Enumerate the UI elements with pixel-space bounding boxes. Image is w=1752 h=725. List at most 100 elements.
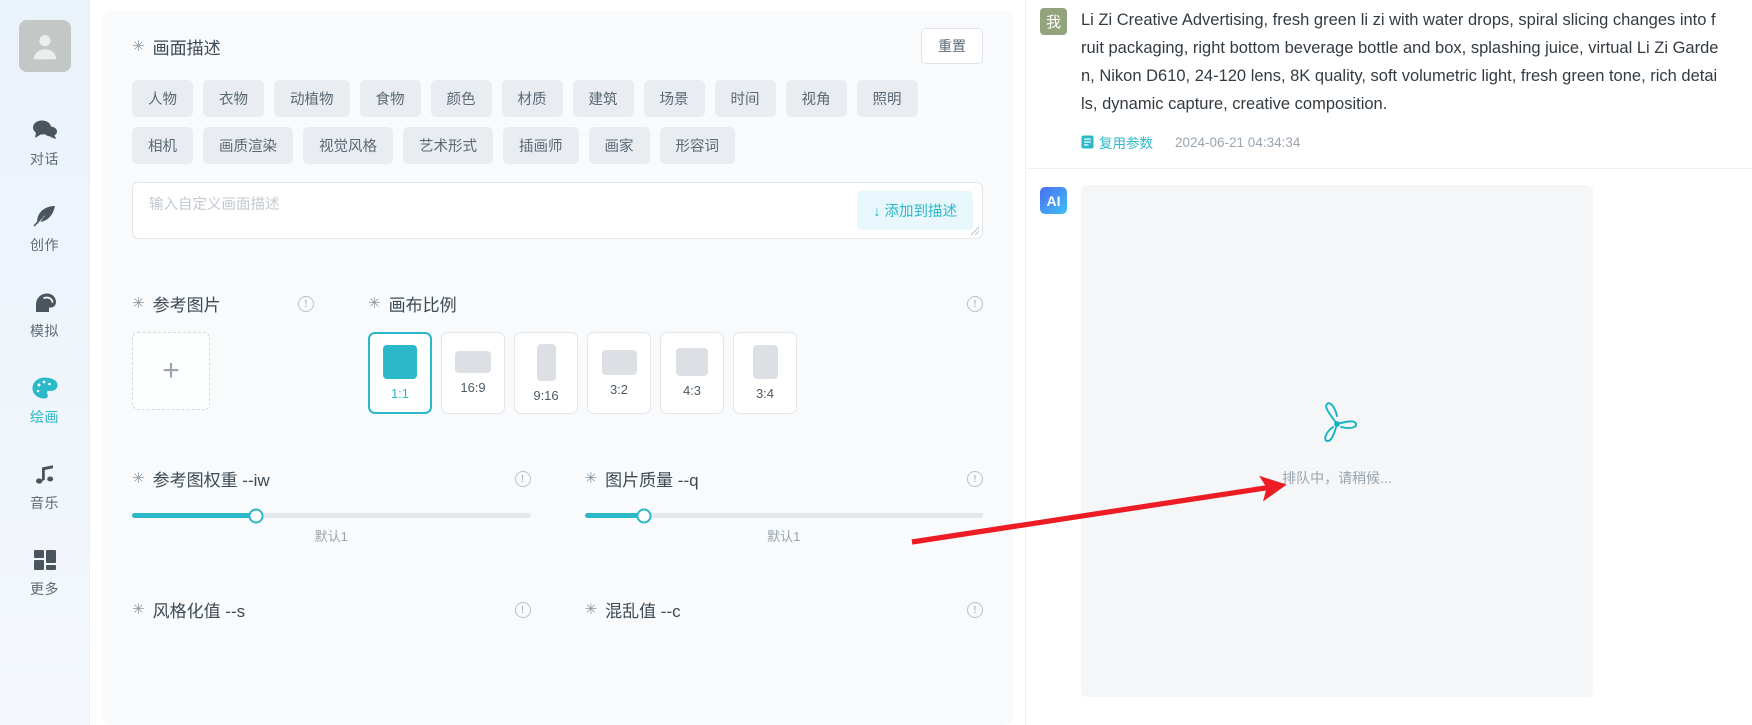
- slider-knob[interactable]: [636, 508, 652, 523]
- reference-card-header: ✳ 参考图片 !: [132, 291, 314, 316]
- user-message: 我 Li Zi Creative Advertising, fresh gree…: [1026, 0, 1752, 169]
- image-quality-title-group: ✳ 图片质量 --q: [585, 466, 699, 491]
- sidebar-item-painting[interactable]: 绘画: [0, 364, 90, 438]
- generated-image-placeholder: 排队中，请稍候...: [1081, 185, 1593, 697]
- image-quality-header: ✳ 图片质量 --q !: [585, 466, 983, 491]
- grid-squares-icon: [33, 547, 57, 573]
- upload-image-button[interactable]: +: [132, 332, 210, 410]
- image-quality-slider[interactable]: [584, 508, 983, 523]
- tag-chip[interactable]: 材质: [501, 80, 563, 117]
- message-timestamp: 2024-06-21 04:34:34: [1175, 134, 1301, 150]
- tag-chip[interactable]: 画质渲染: [203, 127, 293, 164]
- tag-chip[interactable]: 艺术形式: [403, 127, 493, 164]
- tag-chip[interactable]: 人物: [132, 80, 193, 117]
- image-weight-title: 参考图权重 --iw: [152, 471, 270, 490]
- tag-chip[interactable]: 时间: [714, 80, 776, 117]
- ratio-option[interactable]: 3:2: [587, 332, 651, 414]
- custom-description-field: ↓ 添加到描述: [132, 182, 983, 239]
- tag-chip[interactable]: 场景: [643, 80, 705, 117]
- tag-chip[interactable]: 插画师: [503, 127, 579, 164]
- tag-chip[interactable]: 视觉风格: [303, 127, 393, 164]
- tag-chip[interactable]: 颜色: [430, 80, 492, 117]
- sidebar-item-label: 创作: [30, 237, 59, 253]
- user-avatar[interactable]: [18, 20, 71, 72]
- settings-panel: ✳ 画面描述 重置 人物 衣物 动植物 食物 颜色 材质 建筑 场景 时间 视角: [90, 0, 1025, 725]
- stylize-card: ✳ 风格化值 --s !: [112, 579, 551, 658]
- reuse-params-button[interactable]: 复用参数: [1081, 132, 1153, 152]
- info-icon[interactable]: !: [298, 295, 314, 312]
- asterisk-icon: ✳: [132, 601, 145, 618]
- plus-icon: +: [162, 354, 180, 387]
- image-weight-title-group: ✳ 参考图权重 --iw: [132, 466, 270, 491]
- reference-and-ratio-row: ✳ 参考图片 ! + ✳ 画布比例 ! 1:1 16:9 9:16 3:2 4:…: [112, 273, 1003, 434]
- asterisk-icon: ✳: [132, 37, 145, 55]
- description-card: ✳ 画面描述 重置 人物 衣物 动植物 食物 颜色 材质 建筑 场景 时间 视角: [112, 10, 1003, 259]
- asterisk-icon: ✳: [368, 295, 381, 312]
- sidebar-item-more[interactable]: 更多: [0, 536, 90, 610]
- tag-chip[interactable]: 动植物: [274, 80, 350, 117]
- reset-button[interactable]: 重置: [921, 28, 983, 64]
- ai-message: AI 排队中，请稍候...: [1026, 169, 1752, 697]
- left-sidebar: 对话 创作 模拟 绘画 音乐 更多: [0, 0, 90, 725]
- tag-chip[interactable]: 衣物: [203, 80, 264, 117]
- sidebar-item-label: 更多: [30, 581, 59, 597]
- image-quality-card: ✳ 图片质量 --q ! 默认1: [564, 448, 1003, 565]
- ratio-option[interactable]: 9:16: [514, 332, 578, 414]
- add-to-description-button[interactable]: ↓ 添加到描述: [857, 191, 973, 230]
- slider-knob[interactable]: [248, 508, 264, 523]
- stylize-title-group: ✳ 风格化值 --s: [132, 597, 245, 622]
- settings-scroll-area[interactable]: ✳ 画面描述 重置 人物 衣物 动植物 食物 颜色 材质 建筑 场景 时间 视角: [102, 10, 1013, 725]
- ratio-label: 9:16: [533, 387, 559, 403]
- tag-chip[interactable]: 相机: [132, 127, 193, 164]
- asterisk-icon: ✳: [584, 601, 598, 618]
- chaos-card: ✳ 混乱值 --c !: [564, 579, 1003, 658]
- tag-chip[interactable]: 形容词: [659, 127, 735, 164]
- user-badge: 我: [1040, 8, 1067, 35]
- sidebar-item-music[interactable]: 音乐: [0, 450, 90, 524]
- info-icon[interactable]: !: [514, 470, 531, 487]
- ratio-option[interactable]: 16:9: [441, 332, 505, 414]
- custom-description-input[interactable]: [133, 183, 858, 227]
- description-title-group: ✳ 画面描述: [132, 34, 221, 59]
- info-icon[interactable]: !: [967, 470, 983, 487]
- chaos-title-group: ✳ 混乱值 --c: [585, 597, 681, 622]
- user-message-body: Li Zi Creative Advertising, fresh green …: [1081, 6, 1720, 152]
- sidebar-item-label: 音乐: [30, 495, 59, 511]
- sidebar-item-label: 绘画: [30, 409, 59, 425]
- app-root: 对话 创作 模拟 绘画 音乐 更多 ✳ 画面描述 重置 人物 衣物 动植物 食物…: [0, 0, 1752, 725]
- info-icon[interactable]: !: [967, 601, 983, 618]
- ratio-label: 3:2: [609, 381, 629, 397]
- ratio-option[interactable]: 3:4: [733, 332, 797, 414]
- tag-chip[interactable]: 食物: [359, 80, 421, 117]
- image-weight-default-note: 默认1: [314, 529, 348, 544]
- tag-list: 人物 衣物 动植物 食物 颜色 材质 建筑 场景 时间 视角 照明 相机 画质渲…: [132, 80, 983, 164]
- stylize-header: ✳ 风格化值 --s !: [132, 597, 531, 622]
- sidebar-item-simulate[interactable]: 模拟: [0, 278, 90, 352]
- description-card-header: ✳ 画面描述 重置: [132, 28, 983, 64]
- reference-title-group: ✳ 参考图片: [132, 291, 221, 316]
- ratio-option[interactable]: 1:1: [368, 332, 432, 414]
- user-message-meta: 复用参数 2024-06-21 04:34:34: [1081, 132, 1720, 152]
- tag-chip[interactable]: 建筑: [572, 80, 634, 117]
- info-icon[interactable]: !: [967, 295, 983, 312]
- image-weight-slider[interactable]: [132, 508, 531, 523]
- asterisk-icon: ✳: [584, 470, 598, 487]
- loading-spinner-icon: [1307, 394, 1367, 454]
- stylize-title: 风格化值 --s: [152, 602, 246, 621]
- tag-chip[interactable]: 视角: [785, 80, 847, 117]
- ratio-swatch: [601, 349, 637, 375]
- ratio-option[interactable]: 4:3: [660, 332, 724, 414]
- sidebar-item-dialogue[interactable]: 对话: [0, 106, 90, 180]
- sidebar-item-create[interactable]: 创作: [0, 192, 90, 266]
- asterisk-icon: ✳: [132, 295, 145, 312]
- sidebar-item-label: 模拟: [30, 323, 59, 339]
- tag-chip[interactable]: 画家: [588, 127, 650, 164]
- tag-chip[interactable]: 照明: [856, 80, 918, 117]
- info-icon[interactable]: !: [514, 601, 531, 618]
- reference-image-card: ✳ 参考图片 ! +: [112, 273, 334, 434]
- music-note-icon: [33, 461, 57, 487]
- ratio-swatch: [383, 345, 417, 379]
- ratio-swatch: [676, 348, 708, 376]
- person-icon: [33, 35, 56, 60]
- bottom-cards-row: ✳ 风格化值 --s ! ✳ 混乱值 --c !: [112, 579, 1003, 658]
